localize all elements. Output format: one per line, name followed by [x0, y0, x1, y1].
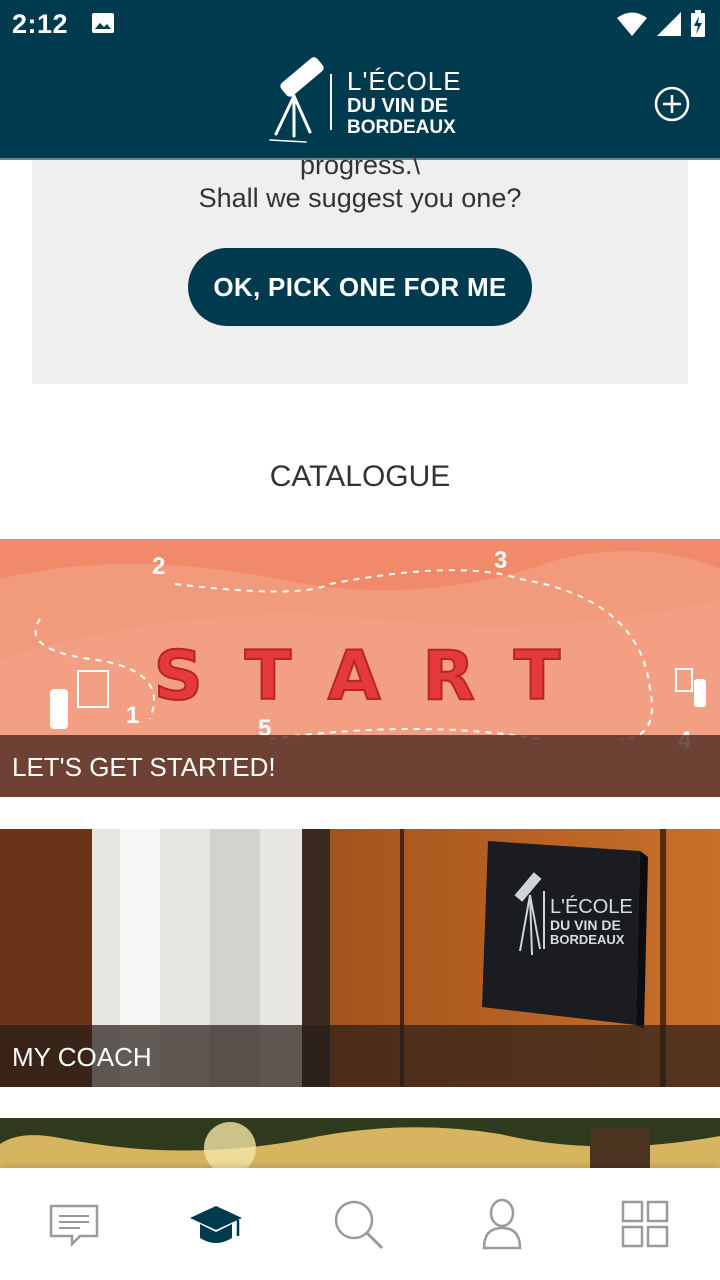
user-icon	[474, 1198, 530, 1256]
grid-icon	[617, 1200, 673, 1256]
bottom-nav	[0, 1168, 720, 1280]
suggestion-text-partial: progress.\	[299, 150, 421, 180]
tile-caption: LET'S GET STARTED!	[0, 735, 720, 797]
nav-courses[interactable]	[188, 1196, 244, 1252]
catalogue-tile-my-coach[interactable]: L'ÉCOLE DU VIN DE BORDEAUX MY COACH	[0, 829, 720, 1087]
battery-charging-icon	[690, 10, 706, 43]
nav-messages[interactable]	[46, 1196, 102, 1252]
tile-caption: MY COACH	[0, 1025, 720, 1087]
sign-line-2: DU VIN DE	[550, 917, 621, 933]
logo-line-3: BORDEAUX	[347, 117, 456, 138]
image-icon	[91, 12, 115, 39]
graduation-cap-icon	[188, 1206, 244, 1256]
messages-icon	[46, 1204, 102, 1256]
sign-line-1: L'ÉCOLE	[550, 896, 633, 918]
search-icon	[330, 1200, 386, 1256]
app-header: L'ÉCOLE DU VIN DE BORDEAUX	[0, 50, 720, 160]
logo-divider	[330, 74, 332, 130]
sign-line-3: BORDEAUX	[550, 931, 625, 947]
nav-search[interactable]	[330, 1196, 386, 1252]
suggestion-card: progress.\ Shall we suggest you one? OK,…	[32, 150, 688, 384]
step-number: 2	[152, 553, 166, 580]
catalogue-title: CATALOGUE	[269, 460, 451, 493]
status-icons	[616, 10, 706, 43]
logo-line-1: L'ÉCOLE	[347, 66, 462, 96]
status-bar: 2:12	[0, 0, 720, 50]
nav-menu[interactable]	[617, 1196, 673, 1252]
suggestion-text: Shall we suggest you one?	[198, 183, 522, 213]
pick-one-button[interactable]: OK, PICK ONE FOR ME	[188, 248, 532, 326]
ecole-logo[interactable]: L'ÉCOLE DU VIN DE BORDEAUX	[266, 56, 466, 146]
wifi-icon	[616, 11, 648, 42]
coach-sign-text: L'ÉCOLE DU VIN DE BORDEAUX	[550, 897, 633, 946]
signal-icon	[656, 11, 682, 42]
plus-circle-icon	[654, 86, 690, 126]
status-time: 2:12	[12, 9, 69, 39]
logo-text: L'ÉCOLE DU VIN DE BORDEAUX	[347, 68, 462, 137]
add-button[interactable]	[654, 86, 690, 122]
nav-profile[interactable]	[474, 1196, 530, 1252]
catalogue-tile-lets-get-started[interactable]: START 1 2 3 4 5 LET'S GET STARTED!	[0, 539, 720, 797]
step-number: 3	[494, 547, 508, 574]
start-banner-text: START	[153, 636, 603, 717]
step-number: 1	[126, 702, 140, 729]
logo-line-2: DU VIN DE	[347, 95, 449, 117]
